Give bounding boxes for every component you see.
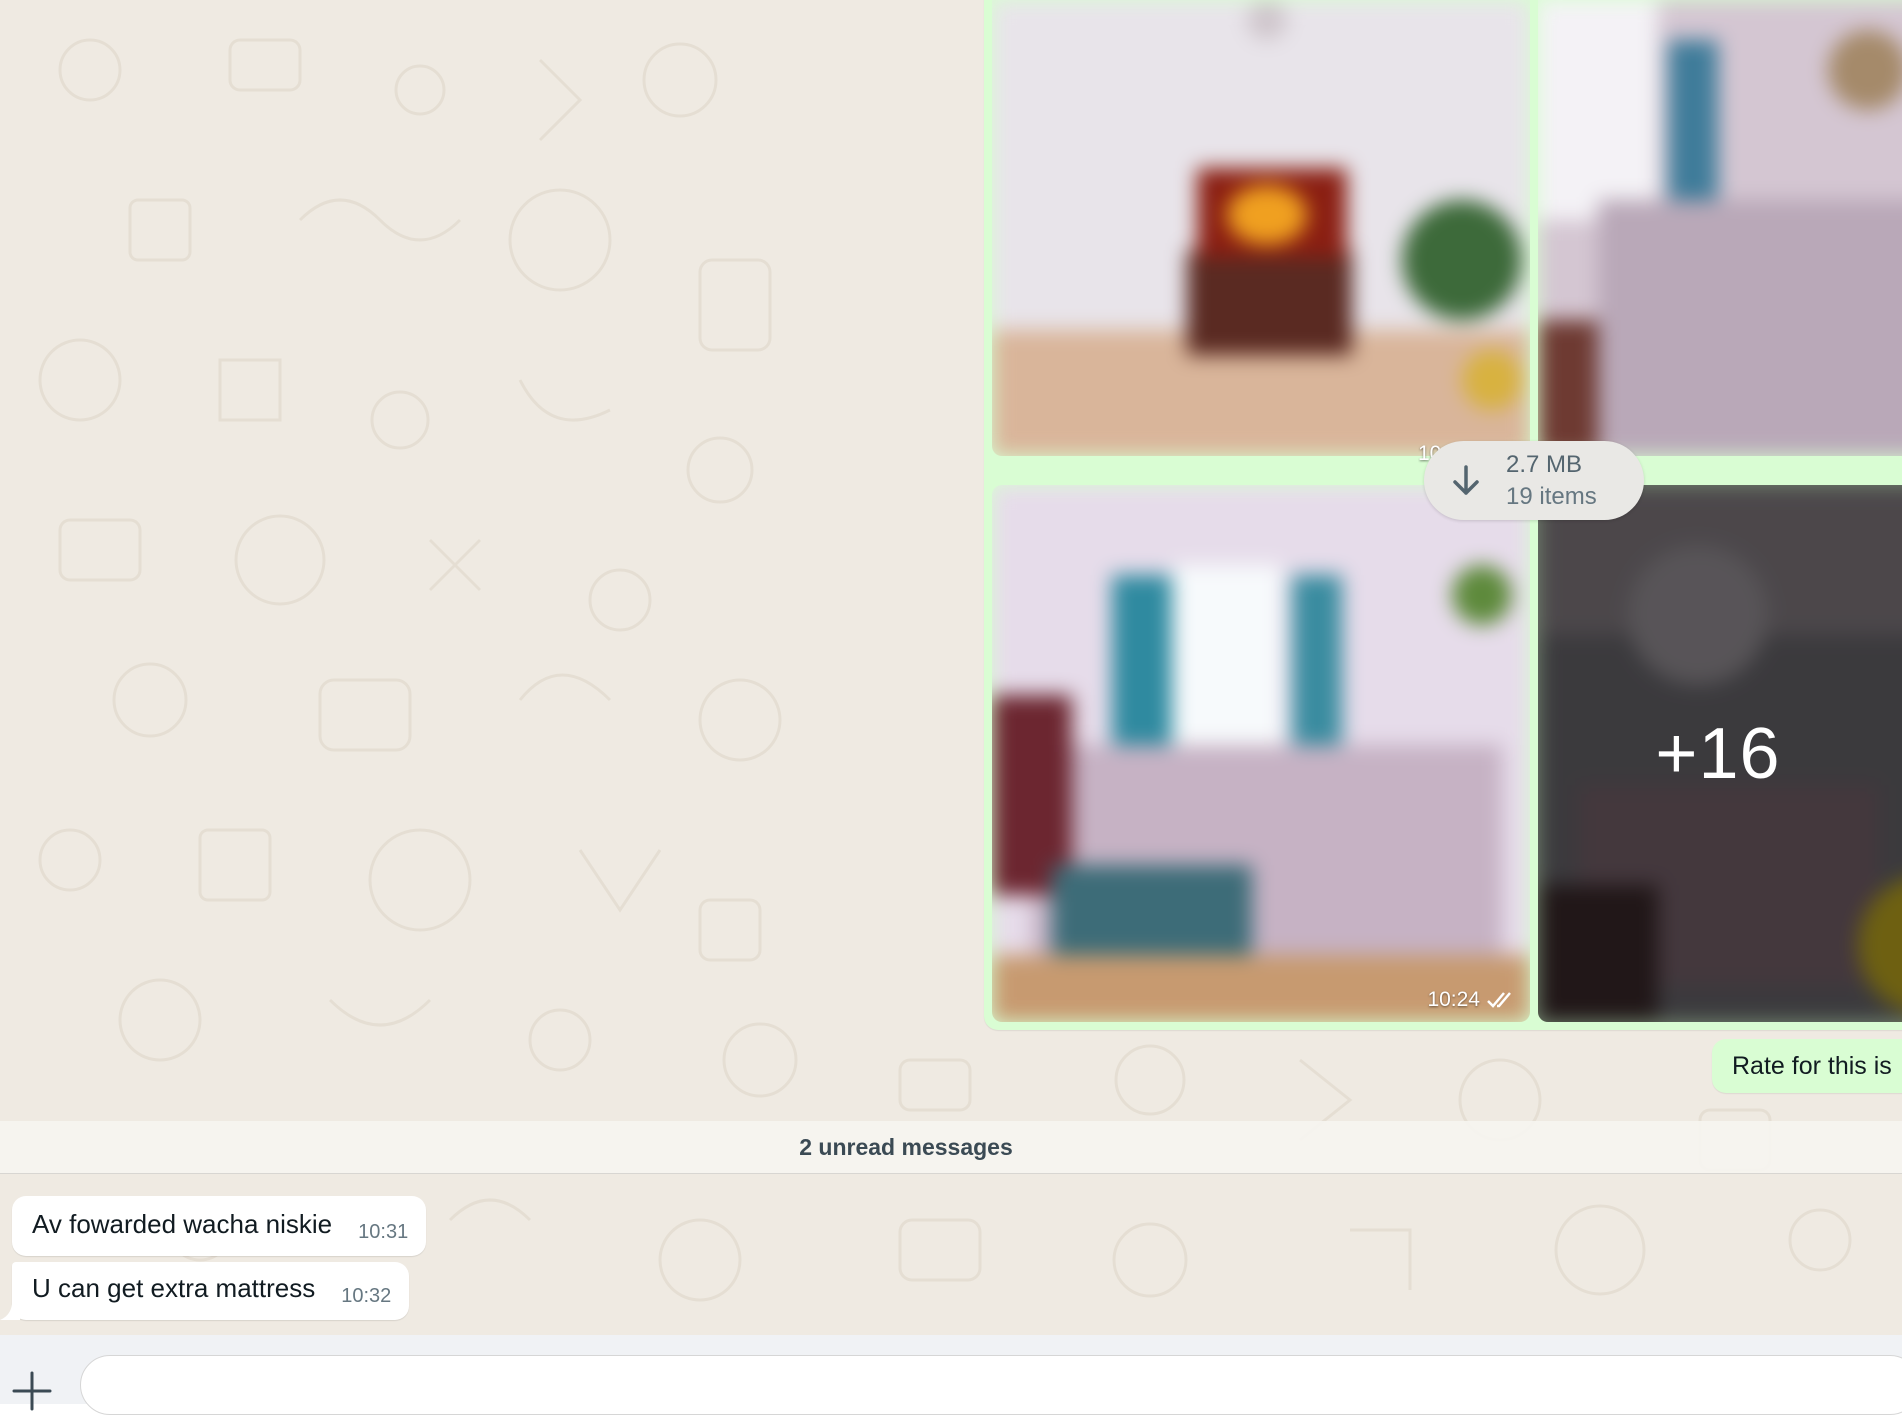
plus-icon[interactable]	[10, 1369, 54, 1413]
message-text: Av fowarded wacha niskie	[32, 1209, 333, 1239]
album-timestamp: 10:24	[1427, 988, 1516, 1012]
album-more-photos[interactable]: +16	[1538, 485, 1902, 1022]
download-size: 2.7 MB	[1506, 451, 1583, 479]
message-input[interactable]	[80, 1355, 1902, 1415]
chat-panel: 10:24 +16 10 2.7 MB 19 items Rate for th…	[0, 0, 1902, 1335]
album-photo-1[interactable]	[992, 0, 1530, 456]
message-composer	[0, 1335, 1902, 1415]
unread-messages-divider: 2 unread messages	[0, 1121, 1902, 1174]
download-item-count: 19 items	[1506, 482, 1597, 510]
message-text: U can get extra mattress	[32, 1273, 316, 1303]
media-album-message[interactable]: 10:24 +16	[984, 0, 1902, 1030]
incoming-message[interactable]: U can get extra mattress 10:32	[12, 1262, 410, 1320]
double-check-icon	[1487, 992, 1511, 1008]
bubble-tail-icon	[0, 1296, 20, 1320]
album-time: 10:24	[1427, 988, 1480, 1011]
download-arrow-icon	[1453, 464, 1479, 495]
more-photos-count: +16	[1655, 713, 1781, 794]
album-photo-2[interactable]	[1538, 0, 1902, 456]
unread-messages-label: 2 unread messages	[799, 1133, 1013, 1160]
outgoing-message[interactable]: Rate for this is	[1712, 1039, 1902, 1093]
outgoing-message-text: Rate for this is	[1732, 1051, 1892, 1080]
message-time: 10:32	[341, 1285, 392, 1307]
more-photos-overlay[interactable]: +16	[1538, 485, 1902, 1022]
download-album-button[interactable]: 2.7 MB 19 items	[1424, 441, 1644, 520]
download-info: 2.7 MB 19 items	[1506, 449, 1597, 511]
album-photo-3[interactable]: 10:24	[992, 485, 1530, 1022]
message-time: 10:31	[358, 1221, 409, 1243]
incoming-message[interactable]: Av fowarded wacha niskie 10:31	[12, 1196, 427, 1256]
